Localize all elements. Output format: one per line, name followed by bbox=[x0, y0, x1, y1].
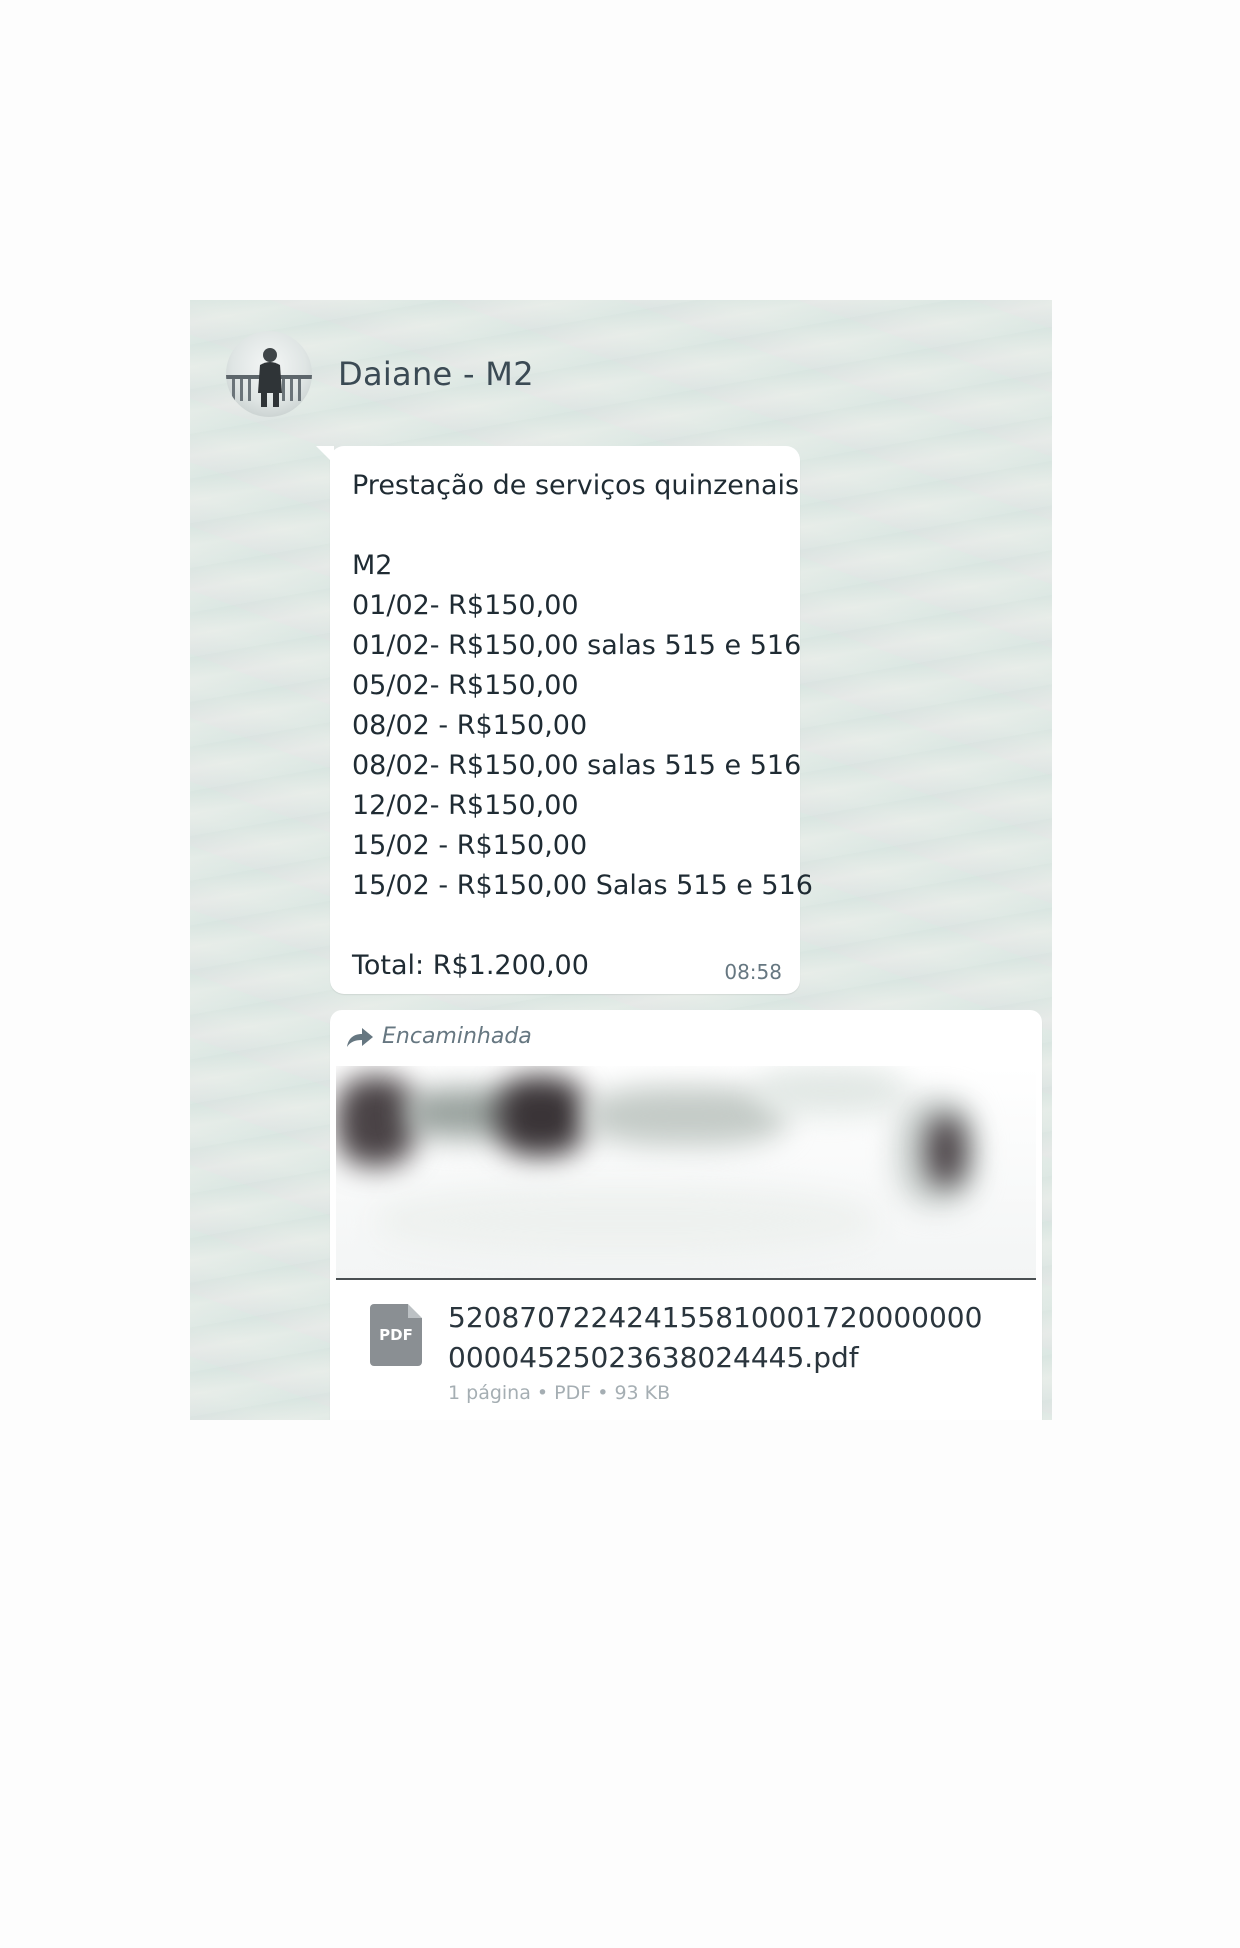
blurred-content bbox=[756, 1066, 906, 1116]
message-line-blank bbox=[352, 906, 778, 946]
message-line: 08/02 - R$150,00 bbox=[352, 710, 588, 741]
message-timestamp: 08:58 bbox=[724, 960, 782, 984]
scanned-page: Daiane - M2 Prestação de serviços quinze… bbox=[0, 0, 1240, 1948]
forwarded-document-message[interactable]: Encaminhada PDF 520870722424155810001720… bbox=[330, 1010, 1042, 1420]
bubble-tail bbox=[316, 446, 334, 464]
chat-screenshot: Daiane - M2 Prestação de serviços quinze… bbox=[190, 300, 1052, 1420]
forwarded-label: Encaminhada bbox=[382, 1024, 532, 1049]
message-line: 08/02- R$150,00 salas 515 e 516 bbox=[352, 750, 802, 781]
person-at-railing-avatar-icon bbox=[226, 348, 312, 407]
message-line: 05/02- R$150,00 bbox=[352, 670, 579, 701]
forward-arrow-icon bbox=[347, 1027, 373, 1047]
blurred-content bbox=[926, 1116, 966, 1186]
blurred-content bbox=[496, 1076, 586, 1156]
chat-header[interactable]: Daiane - M2 bbox=[226, 331, 534, 417]
document-metadata: 1 página • PDF • 93 KB bbox=[448, 1382, 671, 1404]
document-attachment[interactable]: PDF 520870722424155810001720000000000045… bbox=[370, 1298, 988, 1404]
contact-name[interactable]: Daiane - M2 bbox=[338, 355, 534, 393]
document-preview-thumbnail[interactable] bbox=[336, 1066, 1036, 1280]
contact-avatar[interactable] bbox=[226, 331, 312, 417]
message-line: 12/02- R$150,00 bbox=[352, 790, 579, 821]
blurred-content bbox=[376, 1186, 876, 1256]
document-info: 5208707224241558100017200000000000452502… bbox=[448, 1298, 988, 1404]
blurred-content bbox=[336, 1076, 416, 1166]
message-line: Prestação de serviços quinzenais bbox=[352, 470, 800, 501]
message-line: 15/02 - R$150,00 bbox=[352, 830, 588, 861]
message-total: Total: R$1.200,00 bbox=[352, 950, 589, 981]
message-line: 15/02 - R$150,00 Salas 515 e 516 bbox=[352, 870, 813, 901]
message-line: 01/02- R$150,00 bbox=[352, 590, 579, 621]
message-line: M2 bbox=[352, 550, 393, 581]
document-filename[interactable]: 5208707224241558100017200000000000452502… bbox=[448, 1298, 988, 1378]
forwarded-indicator: Encaminhada bbox=[346, 1024, 532, 1049]
message-bubble[interactable]: Prestação de serviços quinzenais M2 01/0… bbox=[316, 446, 813, 994]
message-line-blank bbox=[352, 506, 778, 546]
pdf-file-icon: PDF bbox=[370, 1304, 422, 1366]
message-line: 01/02- R$150,00 salas 515 e 516 bbox=[352, 630, 802, 661]
